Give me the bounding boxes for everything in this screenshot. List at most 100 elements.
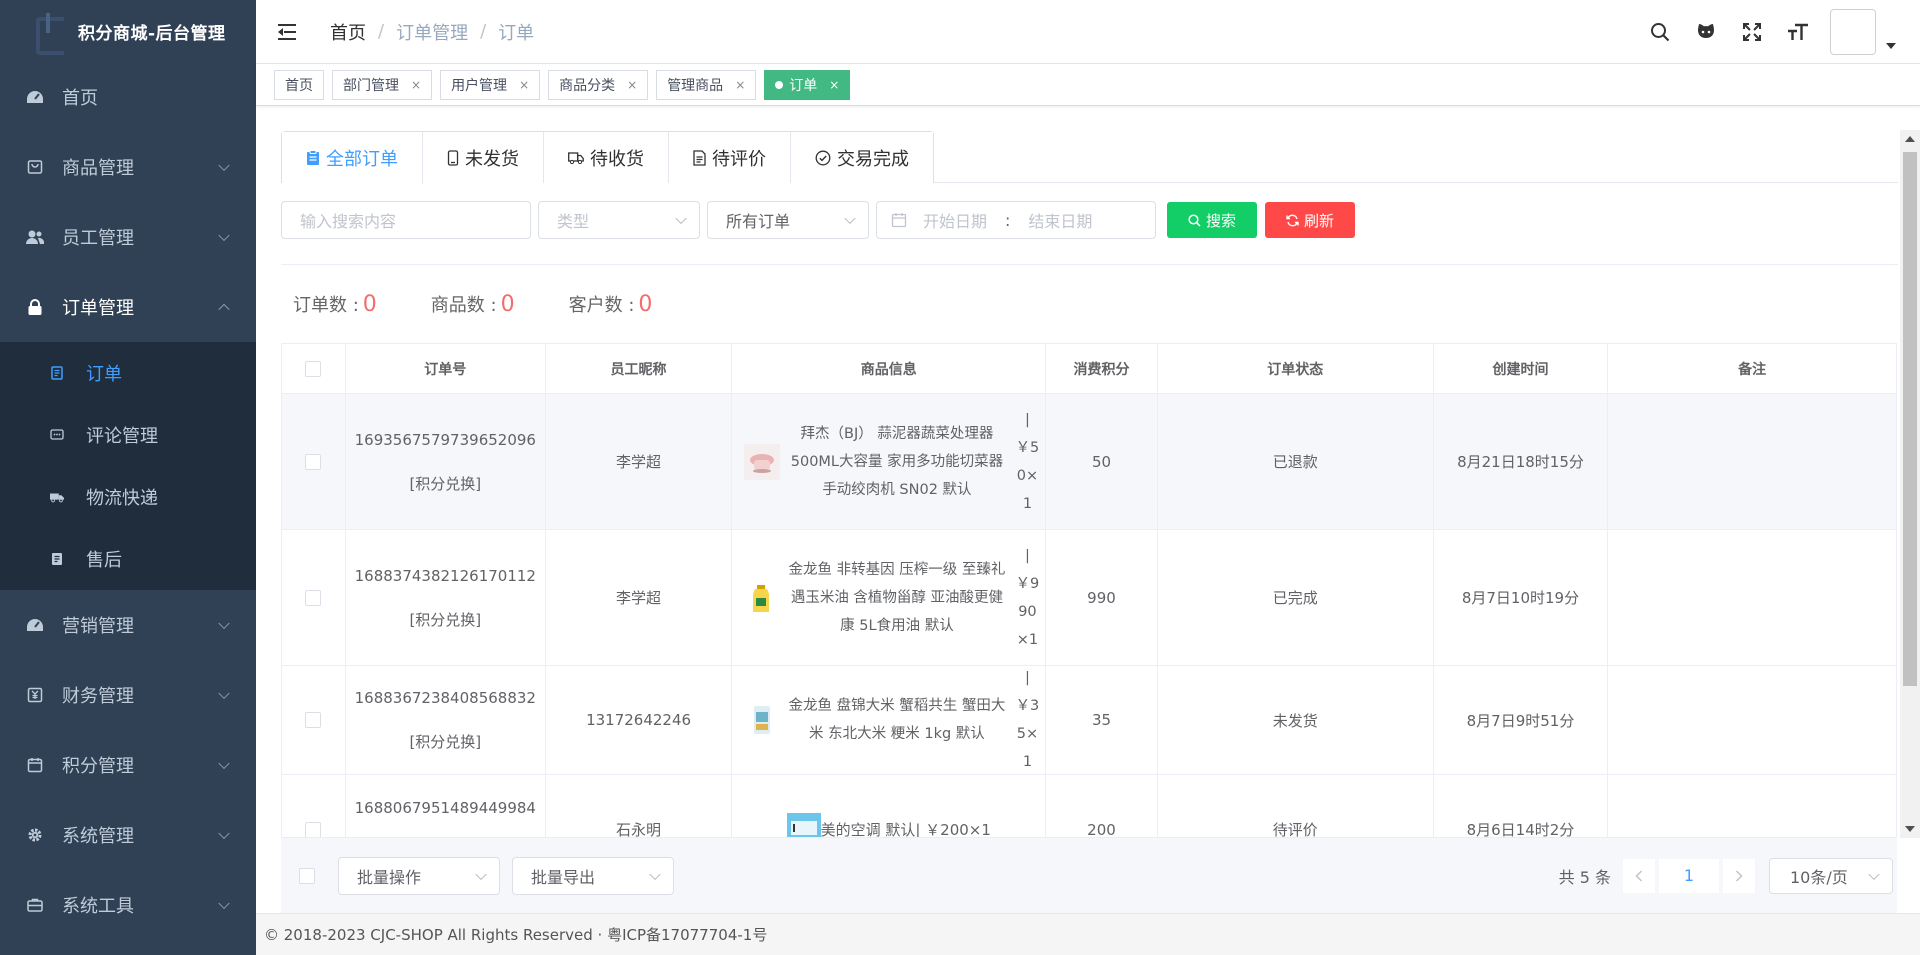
tag-goods[interactable]: 管理商品 × (656, 69, 757, 100)
tab-all-orders[interactable]: 全部订单 (282, 132, 423, 184)
prev-page-button[interactable] (1623, 858, 1655, 893)
close-icon[interactable]: × (829, 78, 839, 92)
type-select[interactable]: 类型 (538, 201, 700, 239)
tag-home[interactable]: 首页 (274, 69, 324, 100)
order-no-cell: 1693567579739652096 [积分兑换] (346, 394, 546, 529)
font-size-icon[interactable] (1786, 20, 1810, 44)
header-created: 创建时间 (1434, 344, 1609, 394)
fullscreen-icon[interactable] (1740, 20, 1764, 44)
product-name[interactable]: 美的空调 默认| ￥200×1 (821, 819, 991, 837)
close-icon[interactable]: × (627, 78, 637, 92)
breadcrumb-separator: / (378, 21, 385, 42)
tab-to-receive[interactable]: 待收货 (544, 132, 669, 183)
sidebar-subitem-comments[interactable]: 评论管理 (0, 404, 256, 466)
product-name[interactable]: 金龙鱼 盘锦大米 蟹稻共生 蟹田大米 东北大米 粳米 1kg 默认 (784, 692, 1009, 748)
avatar[interactable] (1830, 9, 1876, 55)
table-row[interactable]: 1688374382126170112 [积分兑换] 李学超 金龙鱼 非转基因 压… (282, 530, 1896, 666)
breadcrumb-home[interactable]: 首页 (330, 19, 366, 45)
scroll-down-icon[interactable] (1905, 826, 1915, 832)
product-name[interactable]: 拜杰（BJ） 蒜泥器蔬菜处理器500ML大容量 家用多功能切菜器手动绞肉机 SN… (784, 420, 1009, 504)
hamburger-icon[interactable] (278, 23, 300, 40)
tag-category[interactable]: 商品分类 × (548, 69, 649, 100)
logo-mark-icon (36, 13, 64, 55)
start-date-placeholder[interactable]: 开始日期 (923, 208, 987, 232)
sidebar-subitem-label: 售后 (86, 550, 122, 571)
product-thumbnail (786, 812, 821, 837)
caret-down-icon[interactable] (1886, 43, 1896, 49)
search-icon[interactable] (1648, 20, 1672, 44)
search-button[interactable]: 搜索 (1167, 202, 1257, 238)
sidebar-item-finance[interactable]: 财务管理 (0, 660, 256, 730)
close-icon[interactable]: × (519, 78, 529, 92)
github-icon[interactable] (1694, 20, 1718, 44)
remark-cell (1608, 530, 1896, 665)
date-range-picker[interactable]: 开始日期 : 结束日期 (876, 201, 1156, 239)
product-price: | ￥50×1 (1015, 411, 1040, 512)
header-points: 消费积分 (1046, 344, 1158, 394)
batch-operation-select[interactable]: 批量操作 (338, 856, 500, 895)
product-thumbnail (744, 443, 781, 480)
sidebar-item-label: 系统工具 (62, 896, 134, 917)
table-row[interactable]: 1688367238408568832 [积分兑换] 13172642246 金龙… (282, 666, 1896, 775)
sidebar-subitem-aftersale[interactable]: 售后 (0, 528, 256, 590)
header-nickname: 员工昵称 (546, 344, 733, 394)
stat-value: 0 (638, 292, 653, 317)
header-actions (1626, 0, 1896, 64)
next-page-button[interactable] (1723, 858, 1755, 893)
row-checkbox[interactable] (305, 712, 322, 728)
close-icon[interactable]: × (735, 78, 745, 92)
sidebar-item-goods[interactable]: 商品管理 (0, 132, 256, 202)
scrollbar-thumb[interactable] (1903, 152, 1917, 686)
row-checkbox[interactable] (305, 453, 322, 470)
current-page[interactable]: 1 (1659, 858, 1719, 893)
calendar-icon (26, 756, 44, 774)
row-checkbox[interactable] (305, 821, 322, 837)
tab-label: 待收货 (590, 148, 644, 170)
product-price: | ￥990×1 (1015, 547, 1040, 648)
sidebar-item-orders[interactable]: 订单管理 (0, 272, 256, 342)
sidebar-item-marketing[interactable]: 营销管理 (0, 590, 256, 660)
stat-label: 商品数 : (430, 295, 497, 316)
tag-users[interactable]: 用户管理 × (440, 69, 541, 100)
order-type: [积分兑换] (409, 474, 482, 493)
breadcrumb-order-management[interactable]: 订单管理 (396, 19, 468, 45)
sidebar-item-tools[interactable]: 系统工具 (0, 870, 256, 940)
nickname-cell: 13172642246 (546, 666, 733, 774)
sidebar-subitem-order[interactable]: 订单 (0, 342, 256, 404)
section-divider (281, 264, 1898, 265)
tab-to-review[interactable]: 待评价 (669, 132, 791, 183)
select-all-checkbox[interactable] (305, 361, 322, 377)
sidebar-item-home[interactable]: 首页 (0, 62, 256, 132)
tag-order[interactable]: 订单 × (764, 69, 851, 100)
sidebar-item-staff[interactable]: 员工管理 (0, 202, 256, 272)
table-row[interactable]: 1693567579739652096 [积分兑换] 李学超 拜杰（BJ） 蒜泥器… (282, 394, 1896, 530)
dashboard-icon (26, 616, 44, 634)
sidebar-item-label: 商品管理 (62, 158, 134, 179)
search-input[interactable]: 输入搜索内容 (281, 201, 531, 239)
toolbox-icon (26, 896, 44, 914)
page-scrollbar[interactable] (1900, 130, 1920, 838)
batch-export-select[interactable]: 批量导出 (512, 856, 674, 895)
tag-department[interactable]: 部门管理 × (332, 69, 433, 100)
sidebar-item-system[interactable]: 系统管理 (0, 800, 256, 870)
product-name[interactable]: 金龙鱼 非转基因 压榨一级 至臻礼遇玉米油 含植物甾醇 亚油酸更健康 5L食用油… (784, 556, 1009, 640)
chevron-down-icon (218, 687, 230, 700)
scroll-up-icon[interactable] (1905, 136, 1915, 142)
sidebar-subitem-logistics[interactable]: 物流快递 (0, 466, 256, 528)
navbar: 首页 / 订单管理 / 订单 (256, 0, 1920, 64)
header-goods: 商品信息 (732, 344, 1047, 394)
tab-unshipped[interactable]: 未发货 (423, 132, 544, 183)
sidebar-item-points[interactable]: 积分管理 (0, 730, 256, 800)
tab-completed[interactable]: 交易完成 (791, 132, 933, 183)
row-checkbox[interactable] (305, 589, 322, 606)
order-filter-select[interactable]: 所有订单 (707, 201, 869, 239)
end-date-placeholder[interactable]: 结束日期 (1028, 208, 1092, 232)
close-icon[interactable]: × (411, 78, 421, 92)
footer-select-all-checkbox[interactable] (299, 867, 315, 884)
page-size-select[interactable]: 10条/页 (1769, 857, 1893, 894)
product-thumbnail (744, 579, 781, 616)
logo[interactable]: 积分商城-后台管理 (0, 0, 256, 62)
goods-cell: 美的空调 默认| ￥200×1 (732, 775, 1047, 837)
refresh-button[interactable]: 刷新 (1265, 202, 1355, 238)
table-row[interactable]: 1688067951489449984 [积分兑换] 石永明 美的空调 默认| ￥… (282, 775, 1896, 837)
